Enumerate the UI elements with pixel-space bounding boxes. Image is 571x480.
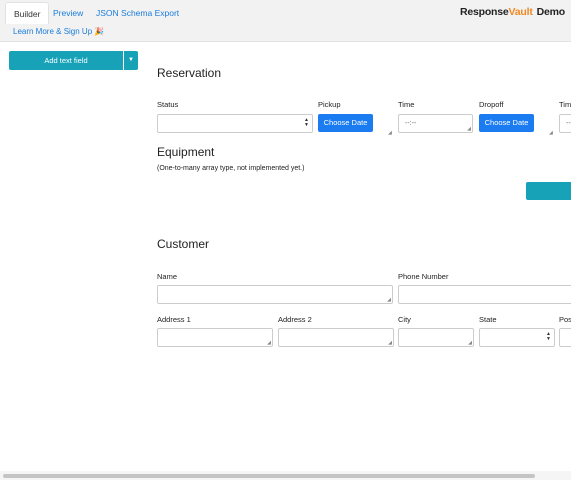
scrollbar-thumb[interactable] [3,474,535,478]
resize-handle-icon: ◢ [267,340,271,346]
learn-more-link[interactable]: Learn More & Sign Up 🎉 [13,27,104,36]
pickup-choose-date-button[interactable]: Choose Date [318,114,373,132]
resize-handle-icon: ◢ [468,340,472,346]
address1-input[interactable]: ◢ [157,328,273,347]
address2-label: Address 2 [278,315,312,324]
add-text-field-button[interactable]: Add text field [9,51,123,70]
time-label: Time [398,100,415,109]
brand-logo: ResponseVault Demo [460,6,565,18]
add-field-dropdown-toggle[interactable]: ▼ [123,51,138,70]
address1-label: Address 1 [157,315,191,324]
resize-handle-icon: ◢ [549,130,553,136]
section-title-equipment: Equipment [157,145,215,159]
select-arrows-icon: ▲ ▼ [546,331,551,342]
state-label: State [479,315,497,324]
name-label: Name [157,272,178,281]
pickup-label: Pickup [318,100,341,109]
resize-handle-icon: ◢ [388,340,392,346]
address2-input[interactable]: ◢ [278,328,394,347]
dropoff-choose-date-button[interactable]: Choose Date [479,114,534,132]
time2-placeholder: -- [566,120,571,127]
top-bar: Builder Preview JSON Schema Export Learn… [0,0,571,42]
dropoff-label: Dropoff [479,100,504,109]
time2-label: Tim [559,100,571,109]
time-input[interactable]: --:-- ◢ [398,114,473,133]
postal-input[interactable] [559,328,571,347]
time2-input[interactable]: -- [559,114,571,133]
equipment-note: (One-to-many array type, not implemented… [157,165,305,172]
section-title-reservation: Reservation [157,66,222,80]
time-placeholder: --:-- [405,120,417,127]
resize-handle-icon: ◢ [467,126,471,132]
status-label: Status [157,100,179,109]
name-input[interactable]: ◢ [157,285,393,304]
tab-preview[interactable]: Preview [45,2,91,24]
brand-part1: Response [459,6,509,18]
status-select[interactable]: ▲ ▼ [157,114,313,133]
equipment-action-button[interactable] [526,182,571,200]
resize-handle-icon: ◢ [387,297,391,303]
city-input[interactable]: ◢ [398,328,474,347]
phone-label: Phone Number [398,272,449,281]
postal-label: Pos [559,315,571,324]
brand-demo: Demo [536,6,566,18]
section-title-customer: Customer [157,237,210,251]
brand-part2: Vault [508,6,533,18]
tab-json-schema-export[interactable]: JSON Schema Export [88,2,187,24]
tab-builder[interactable]: Builder [5,2,50,24]
city-label: City [398,315,411,324]
horizontal-scrollbar[interactable] [0,471,571,480]
phone-input[interactable] [398,285,571,304]
resize-handle-icon: ◢ [388,130,392,136]
select-arrows-icon: ▲ ▼ [304,117,309,128]
state-select[interactable]: ▲ ▼ [479,328,555,347]
chevron-down-icon: ▼ [128,57,134,63]
